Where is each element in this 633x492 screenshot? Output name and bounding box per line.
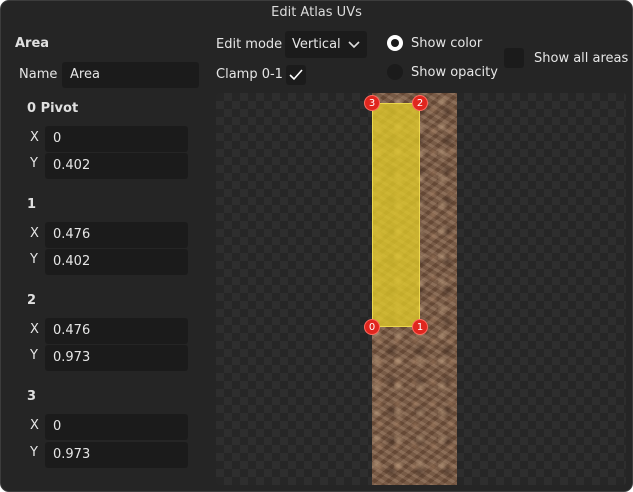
point-0-title: 0 Pivot (27, 101, 79, 116)
point-2-x-input[interactable]: 0.476 (45, 318, 188, 344)
area-heading: Area (15, 36, 50, 51)
point-2-title: 2 (27, 293, 37, 308)
show-color-radio[interactable] (387, 35, 403, 51)
edit-mode-value: Vertical (292, 37, 341, 52)
show-opacity-radio[interactable] (387, 64, 403, 80)
clamp-label: Clamp 0-1 (216, 67, 283, 82)
point-2-y-input[interactable]: 0.973 (45, 345, 188, 371)
show-opacity-label: Show opacity (411, 65, 498, 80)
uv-handle-0[interactable]: 0 (364, 319, 380, 335)
show-all-areas-label: Show all areas (534, 51, 629, 66)
point-0-x-input[interactable]: 0 (45, 126, 188, 152)
edit-mode-dropdown[interactable]: Vertical (285, 31, 367, 58)
point-1-title: 1 (27, 197, 37, 212)
point-3-y-input[interactable]: 0.973 (45, 442, 188, 468)
point-3-title: 3 (27, 389, 37, 404)
point-1-y-label: Y (30, 252, 38, 267)
show-all-areas-checkbox[interactable] (504, 48, 524, 68)
show-color-label: Show color (411, 36, 483, 51)
chevron-down-icon (348, 31, 360, 68)
checkmark-icon (289, 69, 303, 81)
uv-area-rect[interactable] (372, 103, 420, 327)
uv-handle-1[interactable]: 1 (412, 319, 428, 335)
point-1-x-label: X (30, 226, 39, 241)
name-input[interactable]: Area (62, 62, 199, 88)
point-3-x-label: X (30, 418, 39, 433)
uv-handle-3[interactable]: 3 (364, 95, 380, 111)
point-2-y-label: Y (30, 348, 38, 363)
point-1-x-input[interactable]: 0.476 (45, 222, 188, 248)
point-0-y-label: Y (30, 156, 38, 171)
point-2-x-label: X (30, 322, 39, 337)
uv-preview-canvas[interactable]: 0 1 2 3 (216, 93, 626, 485)
window-title: Edit Atlas UVs (271, 5, 362, 20)
clamp-checkbox[interactable] (286, 65, 306, 85)
point-3-y-label: Y (30, 445, 38, 460)
point-0-x-label: X (30, 130, 39, 145)
edit-atlas-uvs-window: Edit Atlas UVs Area Name Area 0 Pivot X … (0, 0, 633, 492)
point-3-x-input[interactable]: 0 (45, 414, 188, 440)
edit-mode-label: Edit mode (216, 37, 283, 52)
name-label: Name (19, 67, 58, 82)
uv-handle-2[interactable]: 2 (412, 95, 428, 111)
point-0-y-input[interactable]: 0.402 (45, 153, 188, 179)
point-1-y-input[interactable]: 0.402 (45, 249, 188, 275)
